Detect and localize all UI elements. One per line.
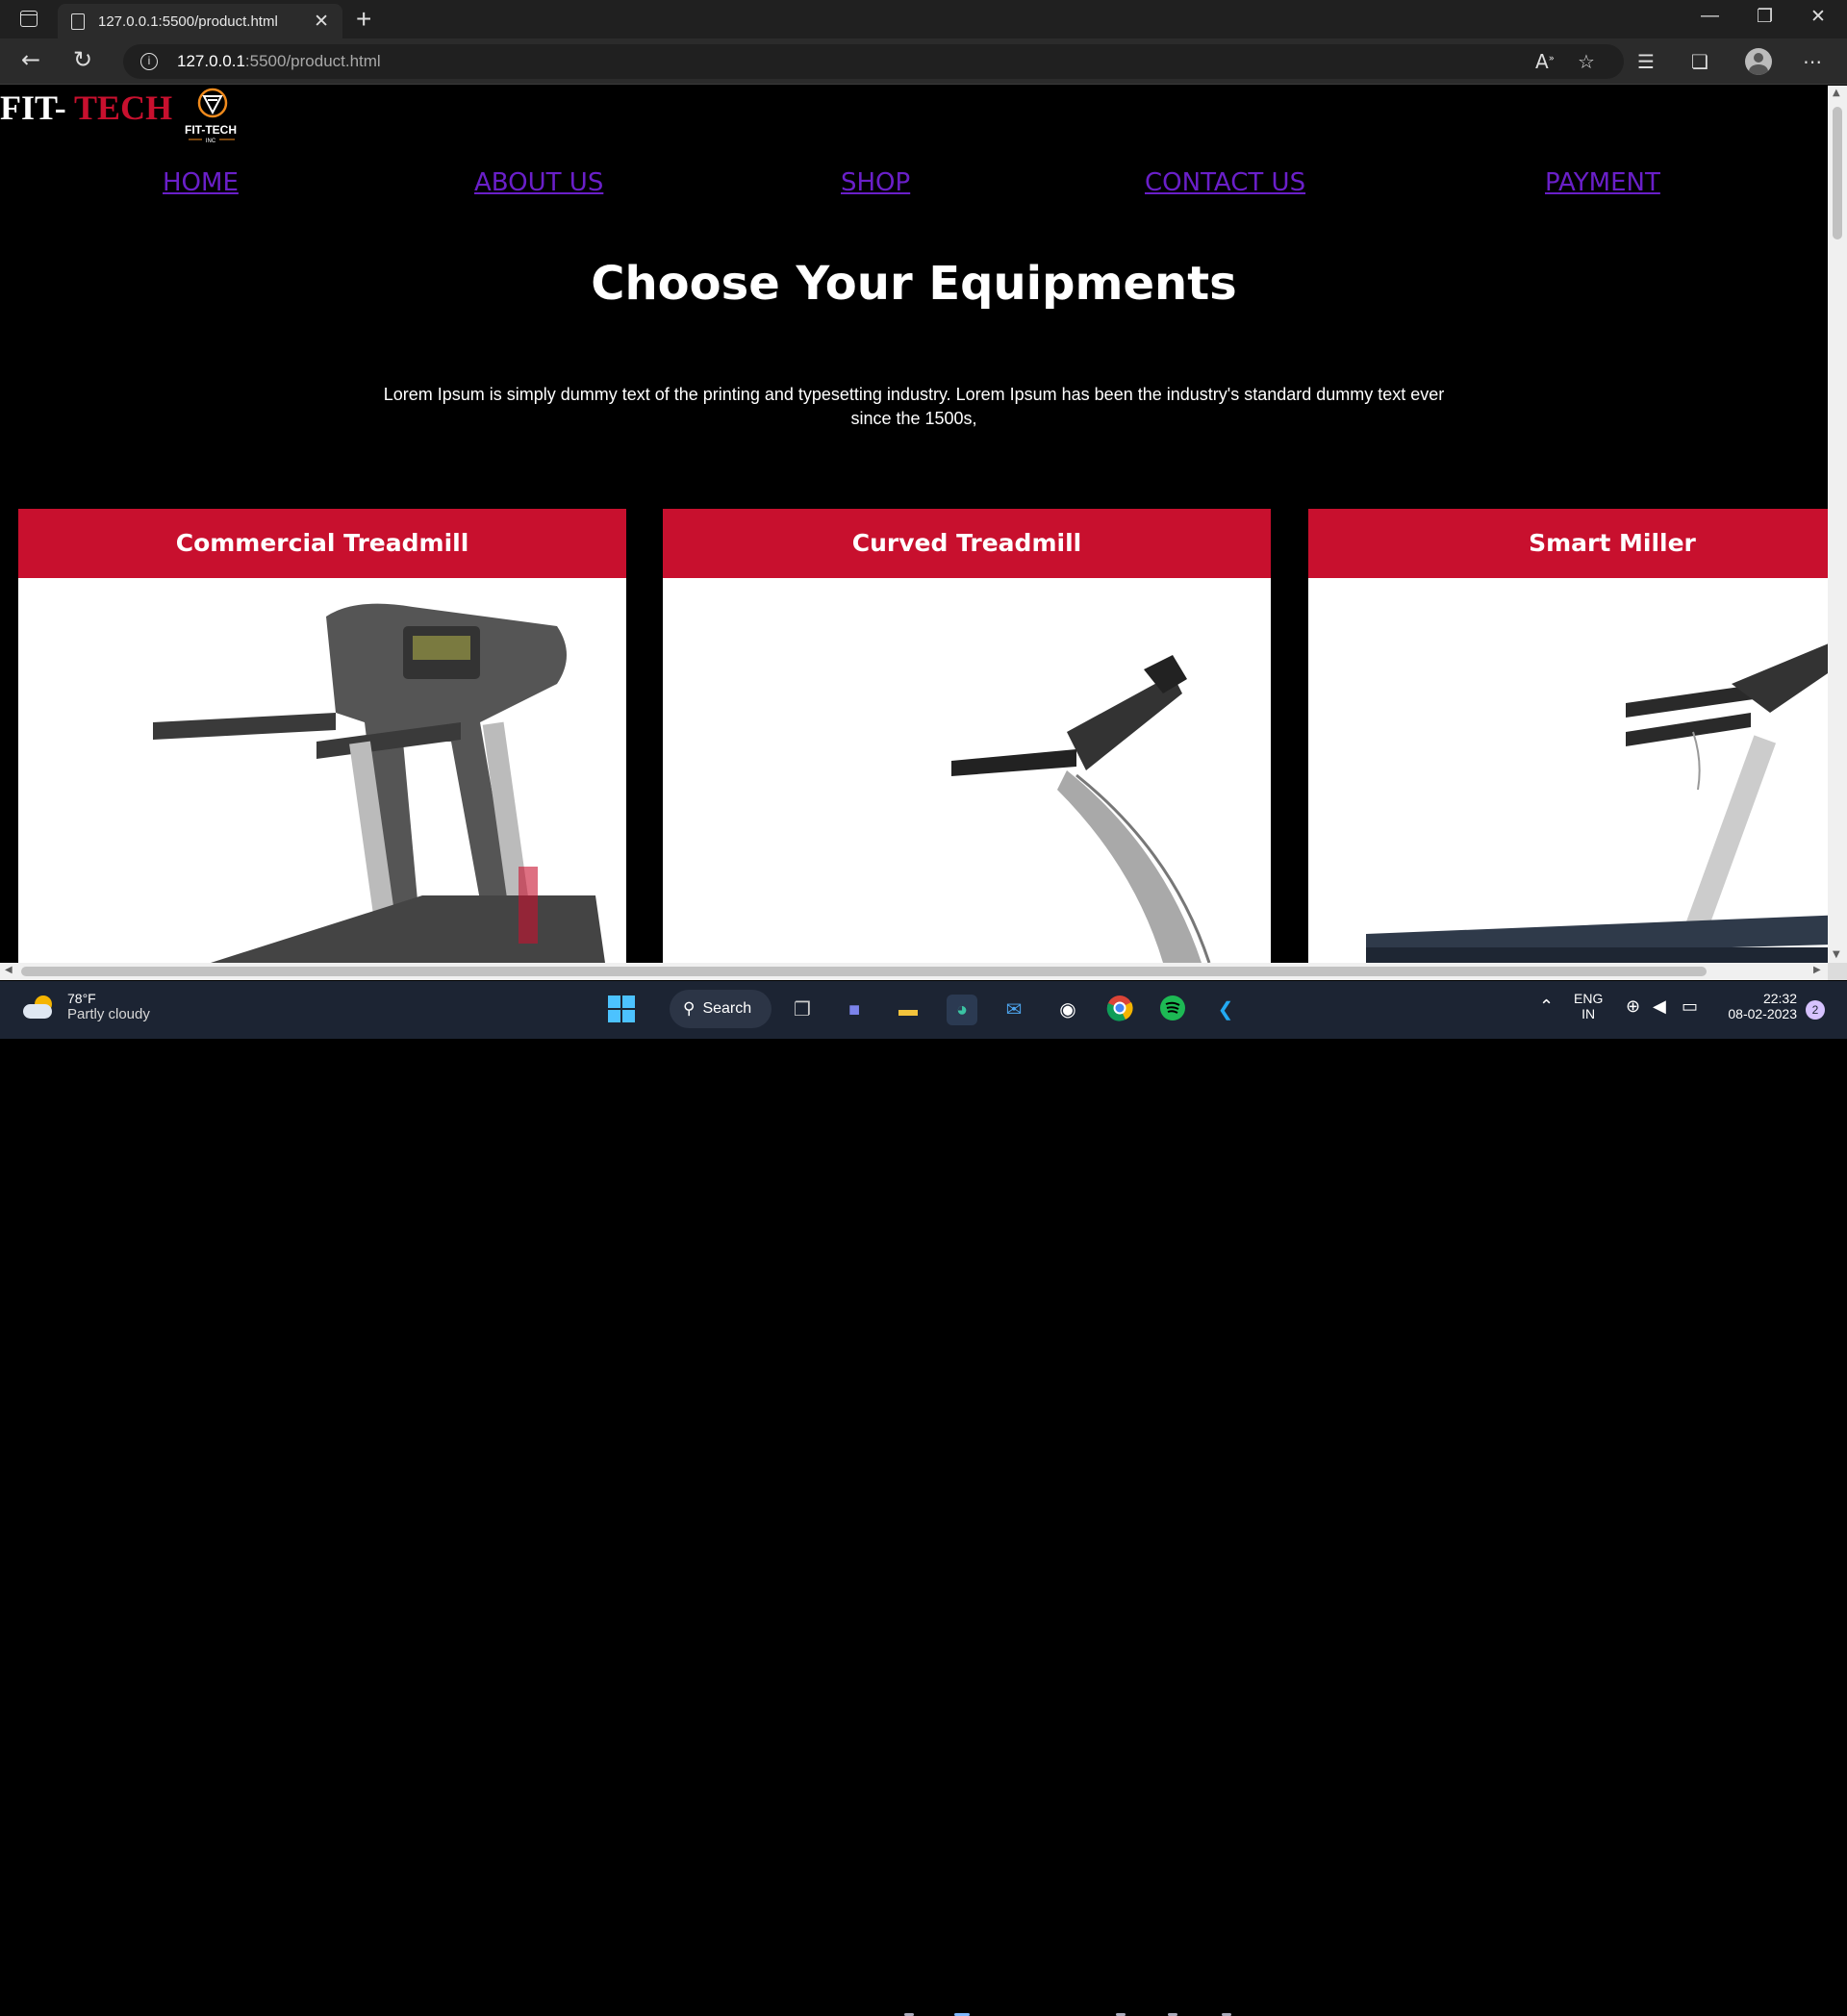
product-title: Curved Treadmill bbox=[663, 509, 1271, 578]
smart-miller-image bbox=[1366, 643, 1828, 963]
logo-text: FIT-TECH bbox=[185, 123, 237, 137]
weather-temp: 78°F bbox=[67, 991, 96, 1006]
vertical-scroll-thumb[interactable] bbox=[1833, 107, 1842, 239]
horizontal-scrollbar[interactable]: ◀ ▶ bbox=[0, 963, 1828, 980]
chat-icon[interactable]: ■ bbox=[839, 995, 870, 1025]
back-button[interactable]: ← bbox=[21, 46, 40, 73]
scroll-up-icon[interactable]: ▲ bbox=[1833, 88, 1840, 98]
product-card[interactable]: Commercial Treadmill bbox=[18, 509, 626, 963]
logo-subtext: INC bbox=[206, 139, 216, 144]
favorites-icon[interactable]: ☰ bbox=[1637, 50, 1655, 73]
clock[interactable]: 22:32 08-02-2023 bbox=[1718, 991, 1797, 1021]
horizontal-scroll-thumb[interactable] bbox=[21, 967, 1707, 976]
add-favorite-icon[interactable]: ☆ bbox=[1578, 50, 1595, 73]
search-label: Search bbox=[702, 1000, 752, 1017]
page-icon bbox=[71, 13, 85, 30]
new-tab-button[interactable]: + bbox=[356, 4, 371, 35]
show-hidden-icons-icon[interactable]: ⌃ bbox=[1539, 996, 1554, 1017]
intro-text: Lorem Ipsum is simply dummy text of the … bbox=[383, 385, 1445, 428]
file-explorer-icon[interactable]: ▬ bbox=[893, 995, 924, 1025]
commercial-treadmill-image bbox=[153, 603, 605, 963]
collections-icon[interactable]: ❏ bbox=[1691, 50, 1708, 73]
site-brand[interactable]: FIT- TECH bbox=[0, 88, 172, 128]
site-info-icon[interactable]: i bbox=[140, 53, 158, 70]
partly-cloudy-icon bbox=[23, 995, 56, 1019]
spotify-icon[interactable] bbox=[1157, 995, 1188, 1025]
read-aloud-icon[interactable]: A» bbox=[1535, 50, 1555, 73]
address-bar[interactable]: i 127.0.0.1:5500/product.html bbox=[123, 44, 1624, 79]
reload-button[interactable]: ↻ bbox=[73, 46, 92, 73]
tab-title: 127.0.0.1:5500/product.html bbox=[98, 13, 278, 30]
battery-icon[interactable]: ▭ bbox=[1682, 996, 1698, 1017]
restore-button[interactable]: ❐ bbox=[1757, 6, 1773, 28]
product-card[interactable]: Smart Miller bbox=[1308, 509, 1828, 963]
product-title: Smart Miller bbox=[1308, 509, 1828, 578]
product-card[interactable]: Curved Treadmill bbox=[663, 509, 1271, 963]
minimize-button[interactable]: — bbox=[1701, 6, 1719, 27]
search-icon: ⚲ bbox=[683, 999, 696, 1018]
scroll-down-icon[interactable]: ▼ bbox=[1833, 949, 1840, 960]
clock-date: 08-02-2023 bbox=[1728, 1006, 1797, 1021]
more-menu-icon[interactable]: ⋯ bbox=[1803, 50, 1822, 73]
brand-tech: TECH bbox=[74, 88, 173, 127]
browser-tab[interactable]: 127.0.0.1:5500/product.html ✕ bbox=[58, 4, 342, 38]
curved-treadmill-image bbox=[951, 655, 1211, 963]
nav-shop[interactable]: SHOP bbox=[841, 168, 910, 197]
nav-about-us[interactable]: ABOUT US bbox=[474, 168, 603, 197]
browser-toolbar: ← ↻ i 127.0.0.1:5500/product.html A» ☆ ☰… bbox=[0, 38, 1847, 85]
scroll-left-icon[interactable]: ◀ bbox=[5, 965, 13, 975]
chrome-icon[interactable] bbox=[1104, 995, 1135, 1025]
clock-time: 22:32 bbox=[1762, 991, 1797, 1006]
github-icon[interactable]: ◉ bbox=[1052, 995, 1083, 1025]
mail-icon[interactable]: ✉ bbox=[999, 995, 1029, 1025]
start-icon[interactable] bbox=[606, 995, 637, 1025]
edge-icon[interactable]: ◕ bbox=[947, 995, 977, 1025]
language-indicator[interactable]: ENG IN bbox=[1574, 991, 1603, 1021]
scroll-right-icon[interactable]: ▶ bbox=[1813, 965, 1821, 975]
task-view-icon[interactable]: ❐ bbox=[787, 995, 818, 1025]
nav-contact-us[interactable]: CONTACT US bbox=[1145, 168, 1305, 197]
page-heading: Choose Your Equipments bbox=[591, 257, 1237, 311]
brand-fit: FIT- bbox=[0, 88, 75, 127]
close-tab-icon[interactable]: ✕ bbox=[314, 11, 329, 33]
network-icon[interactable]: ⊕ bbox=[1626, 996, 1640, 1017]
tab-actions-icon[interactable] bbox=[20, 11, 38, 27]
vertical-scrollbar[interactable]: ▲ ▼ bbox=[1828, 86, 1847, 963]
volume-icon[interactable]: ◀ bbox=[1653, 996, 1666, 1017]
browser-titlebar: 127.0.0.1:5500/product.html ✕ + — ❐ ✕ bbox=[0, 0, 1847, 38]
nav-home[interactable]: HOME bbox=[163, 168, 239, 197]
lang-code: ENG bbox=[1574, 991, 1604, 1006]
product-title: Commercial Treadmill bbox=[18, 509, 626, 578]
notification-badge[interactable]: 2 bbox=[1806, 1000, 1825, 1020]
fit-tech-logo: FIT-TECH INC bbox=[185, 88, 237, 144]
profile-avatar[interactable] bbox=[1745, 48, 1772, 75]
weather-widget[interactable]: 78°F Partly cloudy bbox=[23, 991, 150, 1022]
page-viewport: FIT- TECH FIT-TECH INC HOME ABOUT US SHO… bbox=[0, 86, 1828, 963]
url-host: 127.0.0.1 bbox=[177, 52, 245, 70]
url-path: :5500/product.html bbox=[244, 52, 381, 70]
lang-region: IN bbox=[1581, 1006, 1596, 1021]
taskbar: 78°F Partly cloudy ⚲ Search ❐ ■ ▬ ◕ ✉ ◉ … bbox=[0, 981, 1847, 2016]
vscode-icon[interactable]: ❮ bbox=[1210, 995, 1241, 1025]
weather-condition: Partly cloudy bbox=[67, 1006, 150, 1022]
close-window-button[interactable]: ✕ bbox=[1810, 6, 1826, 28]
nav-payment[interactable]: PAYMENT bbox=[1545, 168, 1660, 197]
taskbar-search[interactable]: ⚲ Search bbox=[670, 990, 772, 1028]
scroll-corner bbox=[1828, 963, 1847, 980]
